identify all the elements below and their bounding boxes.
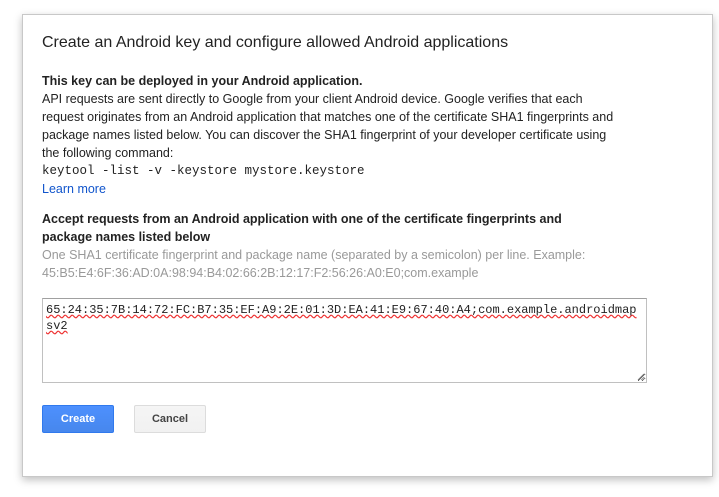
deploy-description-line-3: package names listed below. You can disc… bbox=[42, 128, 607, 142]
fingerprint-package-textarea[interactable]: 65:24:35:7B:14:72:FC:B7:35:EF:A9:2E:01:3… bbox=[42, 298, 647, 383]
cancel-button-label: Cancel bbox=[151, 413, 189, 425]
resize-grip-icon[interactable] bbox=[636, 372, 645, 381]
keytool-command: keytool -list -v -keystore mystore.keyst… bbox=[42, 164, 365, 178]
create-button-label: Create bbox=[60, 413, 96, 425]
deploy-heading: This key can be deployed in your Android… bbox=[42, 74, 363, 88]
accept-heading-line-2: package names listed below bbox=[42, 230, 211, 244]
deploy-description-line-2: request originates from an Android appli… bbox=[42, 110, 614, 124]
deploy-info-section: This key can be deployed in your Android… bbox=[42, 72, 662, 198]
accept-requests-section: Accept requests from an Android applicat… bbox=[42, 210, 662, 282]
textarea-content: 65:24:35:7B:14:72:FC:B7:35:EF:A9:2E:01:3… bbox=[46, 303, 637, 333]
deploy-description-line-1: API requests are sent directly to Google… bbox=[42, 92, 583, 106]
learn-more-link[interactable]: Learn more bbox=[42, 180, 106, 198]
deploy-description-line-4: the following command: bbox=[42, 146, 174, 160]
dialog-title: Create an Android key and configure allo… bbox=[42, 34, 509, 51]
cancel-button[interactable]: Cancel bbox=[134, 405, 206, 433]
format-hint-line-1: One SHA1 certificate fingerprint and pac… bbox=[42, 248, 586, 262]
accept-heading-line-1: Accept requests from an Android applicat… bbox=[42, 212, 562, 226]
create-button[interactable]: Create bbox=[42, 405, 114, 433]
format-hint-line-2: 45:B5:E4:6F:36:AD:0A:98:94:B4:02:66:2B:1… bbox=[42, 266, 479, 280]
